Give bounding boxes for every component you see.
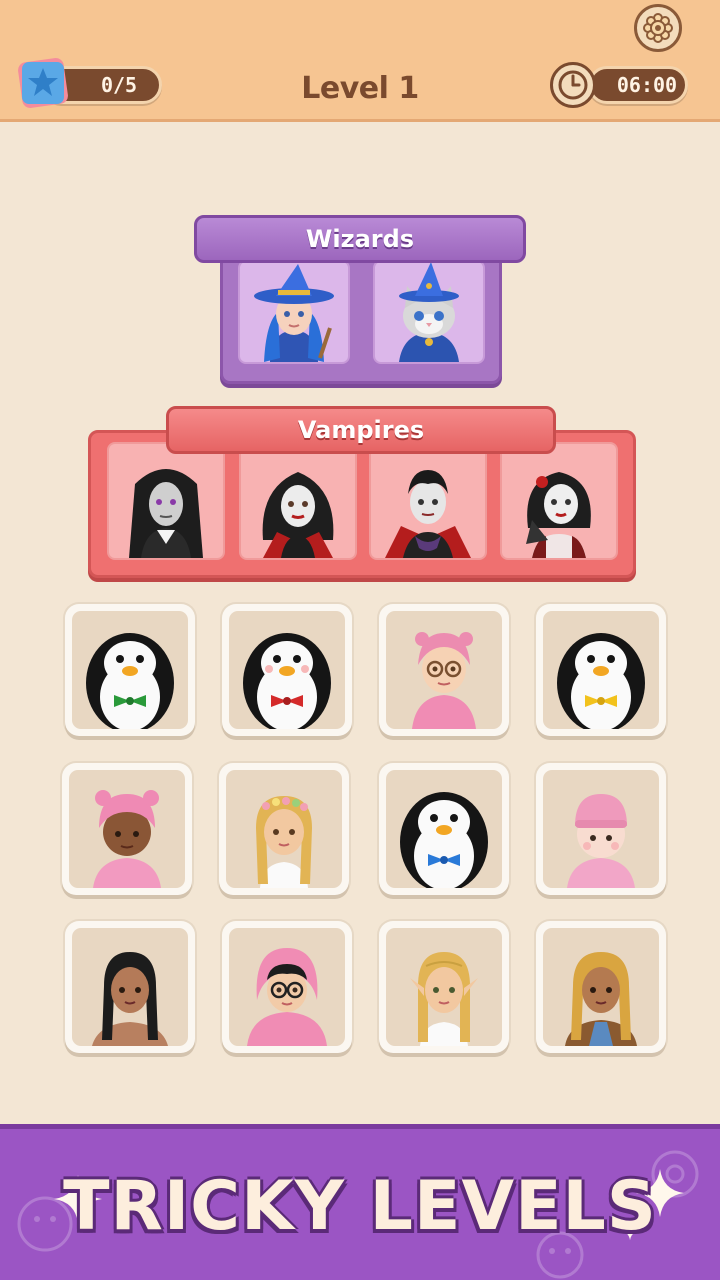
- tile-penguin-blue-bowtie[interactable]: [379, 763, 509, 895]
- star-badge: [18, 56, 68, 110]
- vampire-woman-avatar: [239, 442, 357, 560]
- gear-icon: [643, 13, 673, 43]
- kid-avatar: [247, 948, 327, 1046]
- baby-avatar: [93, 790, 161, 888]
- penguin-avatar: [400, 792, 488, 888]
- girl-avatar: [412, 632, 476, 729]
- tile-girl-pink-bear-hat-glasses[interactable]: [379, 604, 509, 736]
- penguin-avatar: [557, 633, 645, 729]
- girl-avatar: [565, 952, 637, 1046]
- level-title: Level 1: [301, 71, 419, 106]
- wizards-category-label: Wizards: [194, 215, 526, 263]
- tile-penguin-red-bowtie[interactable]: [222, 604, 352, 736]
- vampire-man-avatar: [369, 442, 487, 560]
- girl-avatar: [92, 952, 168, 1046]
- baby-avatar: [567, 794, 635, 888]
- timer-text: 06:00: [616, 73, 678, 97]
- wizard-cat-avatar: [373, 260, 485, 364]
- tile-girl-black-braids[interactable]: [65, 921, 195, 1053]
- clock-badge: [550, 62, 596, 108]
- tile-elf-blonde-braids[interactable]: [379, 921, 509, 1053]
- tile-baby-pink-beanie[interactable]: [536, 763, 666, 895]
- vampire-lady-fan-avatar: [500, 442, 618, 560]
- tile-penguin-green-bowtie[interactable]: [65, 604, 195, 736]
- timer-display: 06:00: [588, 66, 688, 104]
- vampires-category-label: Vampires: [166, 406, 556, 454]
- stars-progress-text: 0/5: [100, 73, 138, 97]
- tile-girl-flower-crown-braids[interactable]: [219, 763, 349, 895]
- vampire-long-hair-avatar: [107, 442, 225, 560]
- tile-baby-pink-bear-hat[interactable]: [62, 763, 192, 895]
- tile-penguin-yellow-bowtie[interactable]: [536, 604, 666, 736]
- clock-icon: [558, 70, 588, 100]
- promo-headline: TRICKY LEVELS: [63, 1167, 657, 1246]
- tile-girl-golden-braids[interactable]: [536, 921, 666, 1053]
- promo-banner: TRICKY LEVELS: [0, 1124, 720, 1280]
- star-icon: [18, 58, 68, 108]
- wizard-girl-avatar: [238, 260, 350, 364]
- penguin-avatar: [243, 633, 331, 729]
- tile-kid-pink-hoodie-glasses[interactable]: [222, 921, 352, 1053]
- settings-button[interactable]: [634, 4, 682, 52]
- elf-avatar: [410, 952, 478, 1046]
- penguin-avatar: [86, 633, 174, 729]
- girl-avatar: [256, 796, 312, 888]
